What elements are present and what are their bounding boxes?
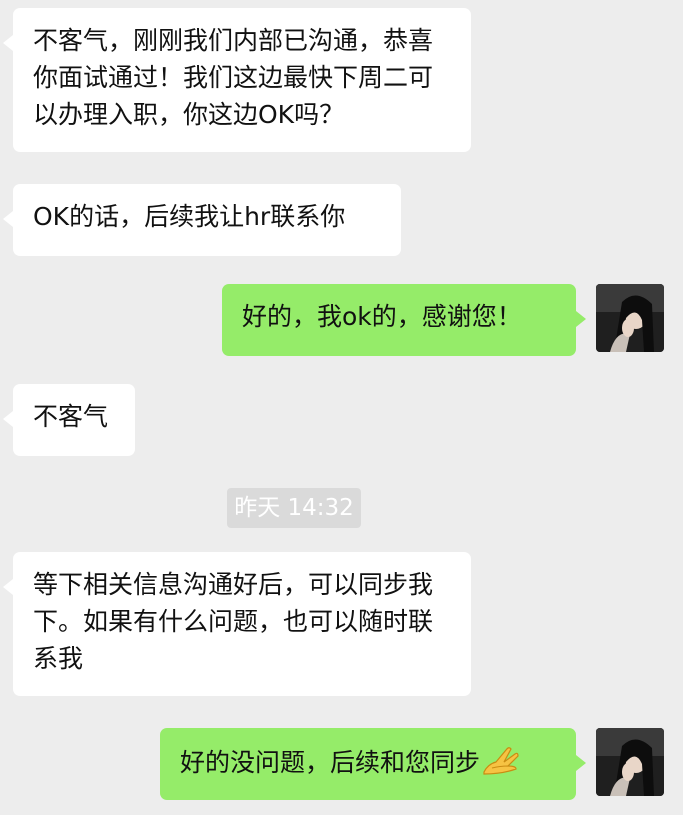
user-avatar[interactable] xyxy=(596,284,664,352)
avatar-photo-icon xyxy=(596,284,664,352)
ok-hand-gesture-icon xyxy=(482,742,520,786)
message-text: 等下相关信息沟通好后，可以同步我下。如果有什么问题，也可以随时联系我 xyxy=(33,570,434,673)
incoming-message-bubble[interactable]: 等下相关信息沟通好后，可以同步我下。如果有什么问题，也可以随时联系我 xyxy=(3,552,471,696)
incoming-message-bubble[interactable]: 不客气 xyxy=(3,384,135,456)
message-text: OK的话，后续我让hr联系你 xyxy=(33,202,346,231)
message-text: 好的没问题，后续和您同步 xyxy=(180,748,481,777)
timestamp-divider: 昨天 14:32 xyxy=(227,488,361,528)
message-text: 不客气，刚刚我们内部已沟通，恭喜你面试通过！我们这边最快下周二可以办理入职，你这… xyxy=(33,26,434,129)
incoming-message-bubble[interactable]: 不客气，刚刚我们内部已沟通，恭喜你面试通过！我们这边最快下周二可以办理入职，你这… xyxy=(3,8,471,152)
incoming-message-bubble[interactable]: OK的话，后续我让hr联系你 xyxy=(3,184,401,256)
outgoing-message-bubble[interactable]: 好的没问题，后续和您同步 xyxy=(160,728,586,800)
message-text: 好的，我ok的，感谢您！ xyxy=(242,302,522,331)
avatar-photo-icon xyxy=(596,728,664,796)
outgoing-message-bubble[interactable]: 好的，我ok的，感谢您！ xyxy=(222,284,586,356)
user-avatar[interactable] xyxy=(596,728,664,796)
message-text: 不客气 xyxy=(33,402,109,431)
